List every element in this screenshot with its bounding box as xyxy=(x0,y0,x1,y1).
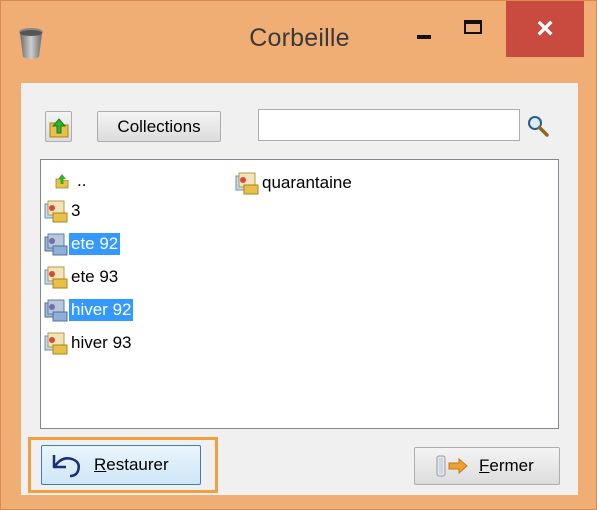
list-item-label: hiver 93 xyxy=(71,333,132,352)
recycle-bin-window: Corbeille × Collections .. 3 ete 92 ete … xyxy=(0,0,597,510)
restore-button-label: Restaurer xyxy=(94,455,169,474)
list-item-parent[interactable]: .. xyxy=(49,168,88,194)
exit-door-icon xyxy=(436,455,468,477)
album-icon xyxy=(43,297,69,323)
list-item-label: 3 xyxy=(71,201,81,220)
close-window-button[interactable]: × xyxy=(506,1,584,57)
album-icon xyxy=(43,330,69,356)
list-item-label: ete 92 xyxy=(69,233,121,255)
list-item[interactable]: quarantaine xyxy=(234,170,354,196)
list-item-label: ete 93 xyxy=(71,267,119,286)
list-item-label: quarantaine xyxy=(262,173,352,192)
album-icon xyxy=(234,170,260,196)
dialog-body: Collections .. 3 ete 92 ete 93 hiver 92 … xyxy=(21,83,578,495)
folder-up-icon xyxy=(49,118,69,138)
fermer-button-label: Fermer xyxy=(479,456,534,475)
collections-button[interactable]: Collections xyxy=(97,111,221,142)
list-item[interactable]: ete 93 xyxy=(43,264,120,290)
minimize-button[interactable] xyxy=(399,1,451,57)
restore-button[interactable]: Restaurer xyxy=(41,445,201,485)
parent-folder-icon xyxy=(49,168,75,194)
magnifier-icon[interactable] xyxy=(527,115,549,137)
title-bar[interactable]: Corbeille × xyxy=(1,1,597,83)
fermer-button[interactable]: Fermer xyxy=(414,447,560,485)
list-item-label: .. xyxy=(77,171,87,190)
collection-list[interactable]: .. 3 ete 92 ete 93 hiver 92 hiver 93 qua… xyxy=(40,159,559,429)
parent-folder-button[interactable] xyxy=(45,111,72,142)
list-item[interactable]: 3 xyxy=(43,198,82,224)
album-icon xyxy=(43,198,69,224)
search-input[interactable] xyxy=(258,109,520,141)
list-item[interactable]: hiver 92 xyxy=(43,297,134,323)
list-item-label: hiver 92 xyxy=(69,299,134,321)
maximize-button[interactable] xyxy=(452,1,506,57)
undo-arrow-icon xyxy=(52,455,80,478)
album-icon xyxy=(43,264,69,290)
list-item[interactable]: ete 92 xyxy=(43,231,121,257)
list-item[interactable]: hiver 93 xyxy=(43,330,133,356)
album-icon xyxy=(43,231,69,257)
